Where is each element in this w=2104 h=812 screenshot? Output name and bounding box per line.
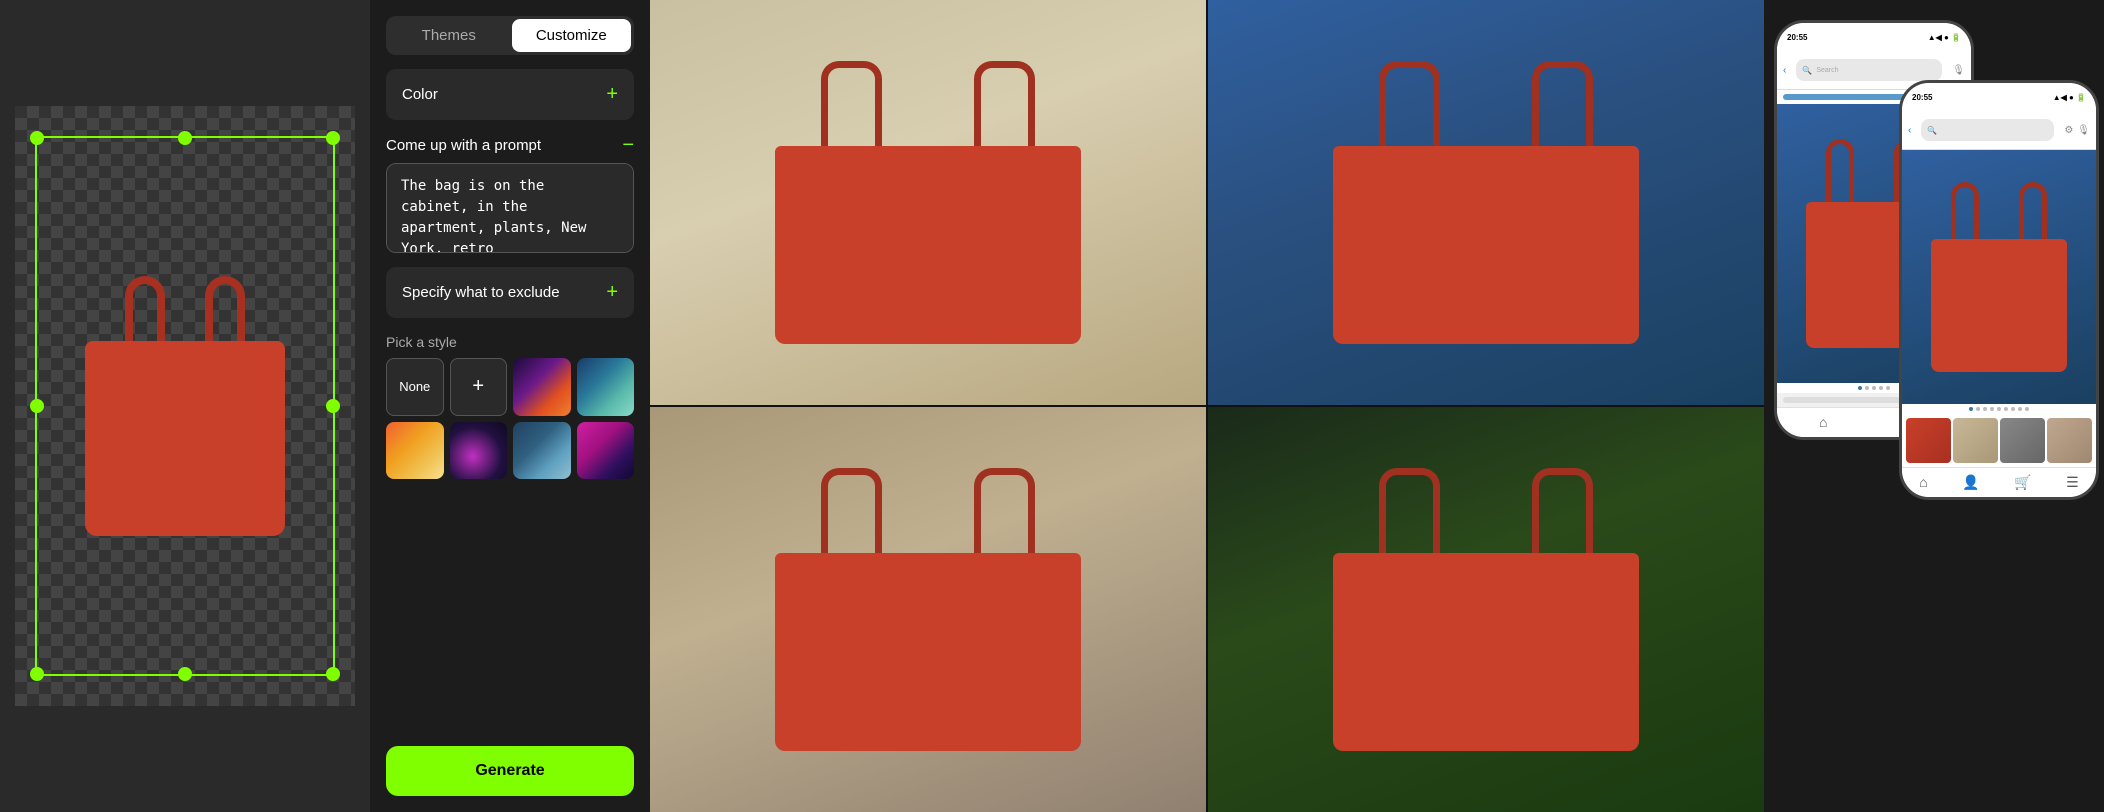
menu-icon-front[interactable]: ☰: [2066, 474, 2079, 491]
dot-f-8: [2018, 407, 2022, 411]
color-add-button[interactable]: +: [606, 83, 618, 106]
back-arrow-front[interactable]: ‹: [1908, 125, 1911, 136]
color-section[interactable]: Color +: [386, 69, 634, 120]
phones-panel: 20:55 ▲◀ ● 🔋 ‹ 🔍 Search 🎙: [1764, 0, 2104, 812]
phone-front-statusbar: 20:55 ▲◀ ● 🔋: [1902, 83, 2096, 111]
handle-middle-left[interactable]: [30, 399, 44, 413]
bag-body: [85, 341, 285, 536]
style-item-5[interactable]: [513, 422, 571, 480]
dot-f-9: [2025, 407, 2029, 411]
dot-f-5: [1997, 407, 2001, 411]
style-item-1[interactable]: [513, 358, 571, 416]
dot-f-2: [1976, 407, 1980, 411]
prompt-collapse-button[interactable]: −: [622, 134, 634, 157]
style-item-4[interactable]: [450, 422, 508, 480]
thumb-3[interactable]: [2000, 418, 2045, 463]
style-item-6[interactable]: [577, 422, 635, 480]
style-grid: None +: [386, 358, 634, 479]
back-arrow[interactable]: ‹: [1783, 65, 1786, 76]
phone-front-main-image[interactable]: [1902, 150, 2096, 404]
exclude-label: Specify what to exclude: [402, 284, 560, 301]
color-label: Color: [402, 86, 438, 103]
generated-image-1[interactable]: [650, 0, 1206, 405]
handle-top-right[interactable]: [326, 131, 340, 145]
thumb-1[interactable]: [1906, 418, 1951, 463]
dot-f-7: [2011, 407, 2015, 411]
search-icon: 🔍: [1802, 66, 1812, 75]
gear-icon[interactable]: ⚙: [2064, 125, 2073, 136]
style-add[interactable]: +: [450, 358, 508, 416]
phone-back-statusbar: 20:55 ▲◀ ● 🔋: [1777, 23, 1971, 51]
search-bar-front[interactable]: 🔍: [1921, 119, 2054, 141]
images-panel: [650, 0, 1764, 812]
dot-f-1: [1969, 407, 1973, 411]
product-image: [85, 276, 285, 536]
style-none[interactable]: None: [386, 358, 444, 416]
statusbar-time: 20:55: [1787, 33, 1807, 42]
tab-customize[interactable]: Customize: [512, 19, 632, 52]
mic-icon-front[interactable]: 🎙: [2077, 125, 2090, 136]
phone-front: 20:55 ▲◀ ● 🔋 ‹ 🔍 ⚙ 🎙: [1899, 80, 2099, 500]
thumb-2[interactable]: [1953, 418, 1998, 463]
search-icon-front: 🔍: [1927, 126, 1937, 135]
control-panel: Themes Customize Color + Come up with a …: [370, 0, 650, 812]
phone-thumbnails: [1902, 414, 2096, 467]
exclude-add-button[interactable]: +: [606, 281, 618, 304]
profile-icon-front[interactable]: 👤: [1962, 474, 1979, 491]
color-bar-blue: [1783, 94, 1917, 100]
prompt-input[interactable]: The bag is on the cabinet, in the apartm…: [386, 163, 634, 253]
dot-5: [1886, 386, 1890, 390]
tab-themes[interactable]: Themes: [389, 19, 509, 52]
search-bar-back[interactable]: 🔍 Search: [1796, 59, 1942, 81]
style-item-2[interactable]: [577, 358, 635, 416]
dot-f-3: [1983, 407, 1987, 411]
home-icon-front[interactable]: ⌂: [1919, 474, 1927, 491]
handle-top-left[interactable]: [30, 131, 44, 145]
statusbar-signals: ▲◀ ● 🔋: [1928, 33, 1961, 42]
dot-1: [1858, 386, 1862, 390]
generated-image-3[interactable]: [650, 407, 1206, 812]
generated-image-2[interactable]: [1208, 0, 1764, 405]
handle-middle-right[interactable]: [326, 399, 340, 413]
dot-3: [1872, 386, 1876, 390]
dot-4: [1879, 386, 1883, 390]
thumb-4[interactable]: [2047, 418, 2092, 463]
prompt-label: Come up with a prompt: [386, 137, 541, 154]
editor-panel: [0, 0, 370, 812]
cart-icon-front[interactable]: 🛒: [2014, 474, 2031, 491]
handle-bottom-left[interactable]: [30, 667, 44, 681]
handle-bottom-right[interactable]: [326, 667, 340, 681]
tabs-row: Themes Customize: [386, 16, 634, 55]
generate-button[interactable]: Generate: [386, 746, 634, 796]
dot-f-6: [2004, 407, 2008, 411]
mic-icon[interactable]: 🎙: [1952, 65, 1965, 76]
statusbar-time-front: 20:55: [1912, 93, 1932, 102]
phone-bottom-nav-front: ⌂ 👤 🛒 ☰: [1902, 467, 2096, 497]
canvas-area: [15, 106, 355, 706]
handle-top-center[interactable]: [178, 131, 192, 145]
home-icon[interactable]: ⌂: [1819, 414, 1827, 431]
phone-front-screen: 20:55 ▲◀ ● 🔋 ‹ 🔍 ⚙ 🎙: [1902, 83, 2096, 497]
statusbar-signals-front: ▲◀ ● 🔋: [2053, 93, 2086, 102]
dot-2: [1865, 386, 1869, 390]
search-placeholder: Search: [1816, 67, 1838, 74]
exclude-section[interactable]: Specify what to exclude +: [386, 267, 634, 318]
dot-f-4: [1990, 407, 1994, 411]
style-item-3[interactable]: [386, 422, 444, 480]
dots-indicator-front: [1902, 404, 2096, 414]
generated-image-4[interactable]: [1208, 407, 1764, 812]
handle-bottom-center[interactable]: [178, 667, 192, 681]
style-label: Pick a style: [386, 334, 634, 350]
